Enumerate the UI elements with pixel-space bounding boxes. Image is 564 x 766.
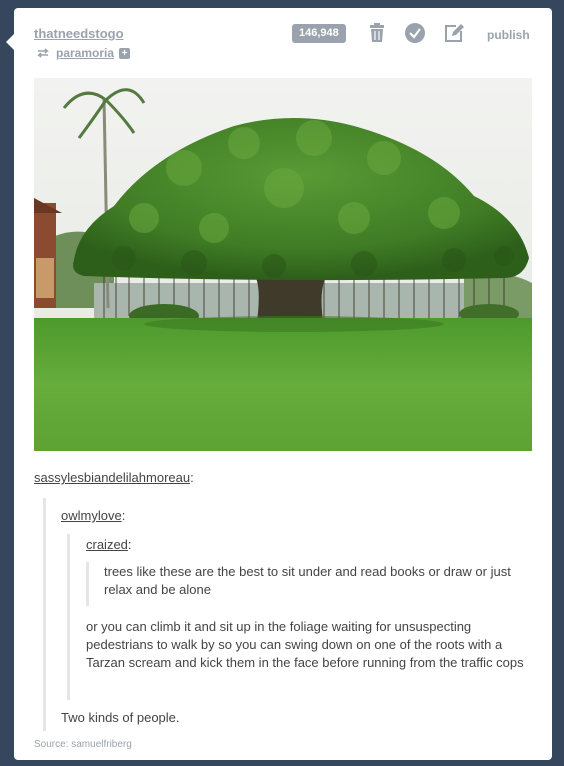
quote-text: or you can climb it and sit up in the fo… xyxy=(86,619,524,670)
reblogged-from-link[interactable]: paramoria xyxy=(56,46,114,60)
reblog-attribution: craized: xyxy=(86,537,132,552)
trash-icon[interactable] xyxy=(366,22,388,44)
post-card: thatneedstogo paramoria + 146,948 publis… xyxy=(6,8,552,760)
user-link[interactable]: owlmylove xyxy=(61,508,122,523)
notes-count-badge[interactable]: 146,948 xyxy=(292,24,346,43)
blockquote-level-2: craized: trees like these are the best t… xyxy=(67,534,530,700)
reblog-attribution: owlmylove: xyxy=(61,508,125,523)
reblog-icon xyxy=(37,48,49,58)
quote-text: Two kinds of people. xyxy=(61,710,180,725)
reblog-info: paramoria + xyxy=(36,46,131,60)
reblog-attribution: sassylesbiandelilahmoreau: xyxy=(34,470,194,485)
blockquote-level-3: trees like these are the best to sit und… xyxy=(86,562,519,606)
publish-button[interactable]: publish xyxy=(487,28,530,42)
edit-icon[interactable] xyxy=(443,22,465,44)
colon: : xyxy=(190,470,194,485)
checkmark-icon[interactable] xyxy=(404,22,426,44)
post-author-link[interactable]: thatneedstogo xyxy=(34,26,124,41)
user-link[interactable]: craized xyxy=(86,537,128,552)
post-photo[interactable] xyxy=(34,78,532,451)
blockquote-level-1: owlmylove: craized: trees like these are… xyxy=(43,498,532,731)
quote-text: trees like these are the best to sit und… xyxy=(104,564,511,597)
colon: : xyxy=(121,508,126,523)
plus-icon[interactable]: + xyxy=(119,47,131,59)
source-link[interactable]: Source: samuelfriberg xyxy=(34,739,132,750)
colon: : xyxy=(127,537,132,552)
user-link[interactable]: sassylesbiandelilahmoreau xyxy=(34,470,190,485)
